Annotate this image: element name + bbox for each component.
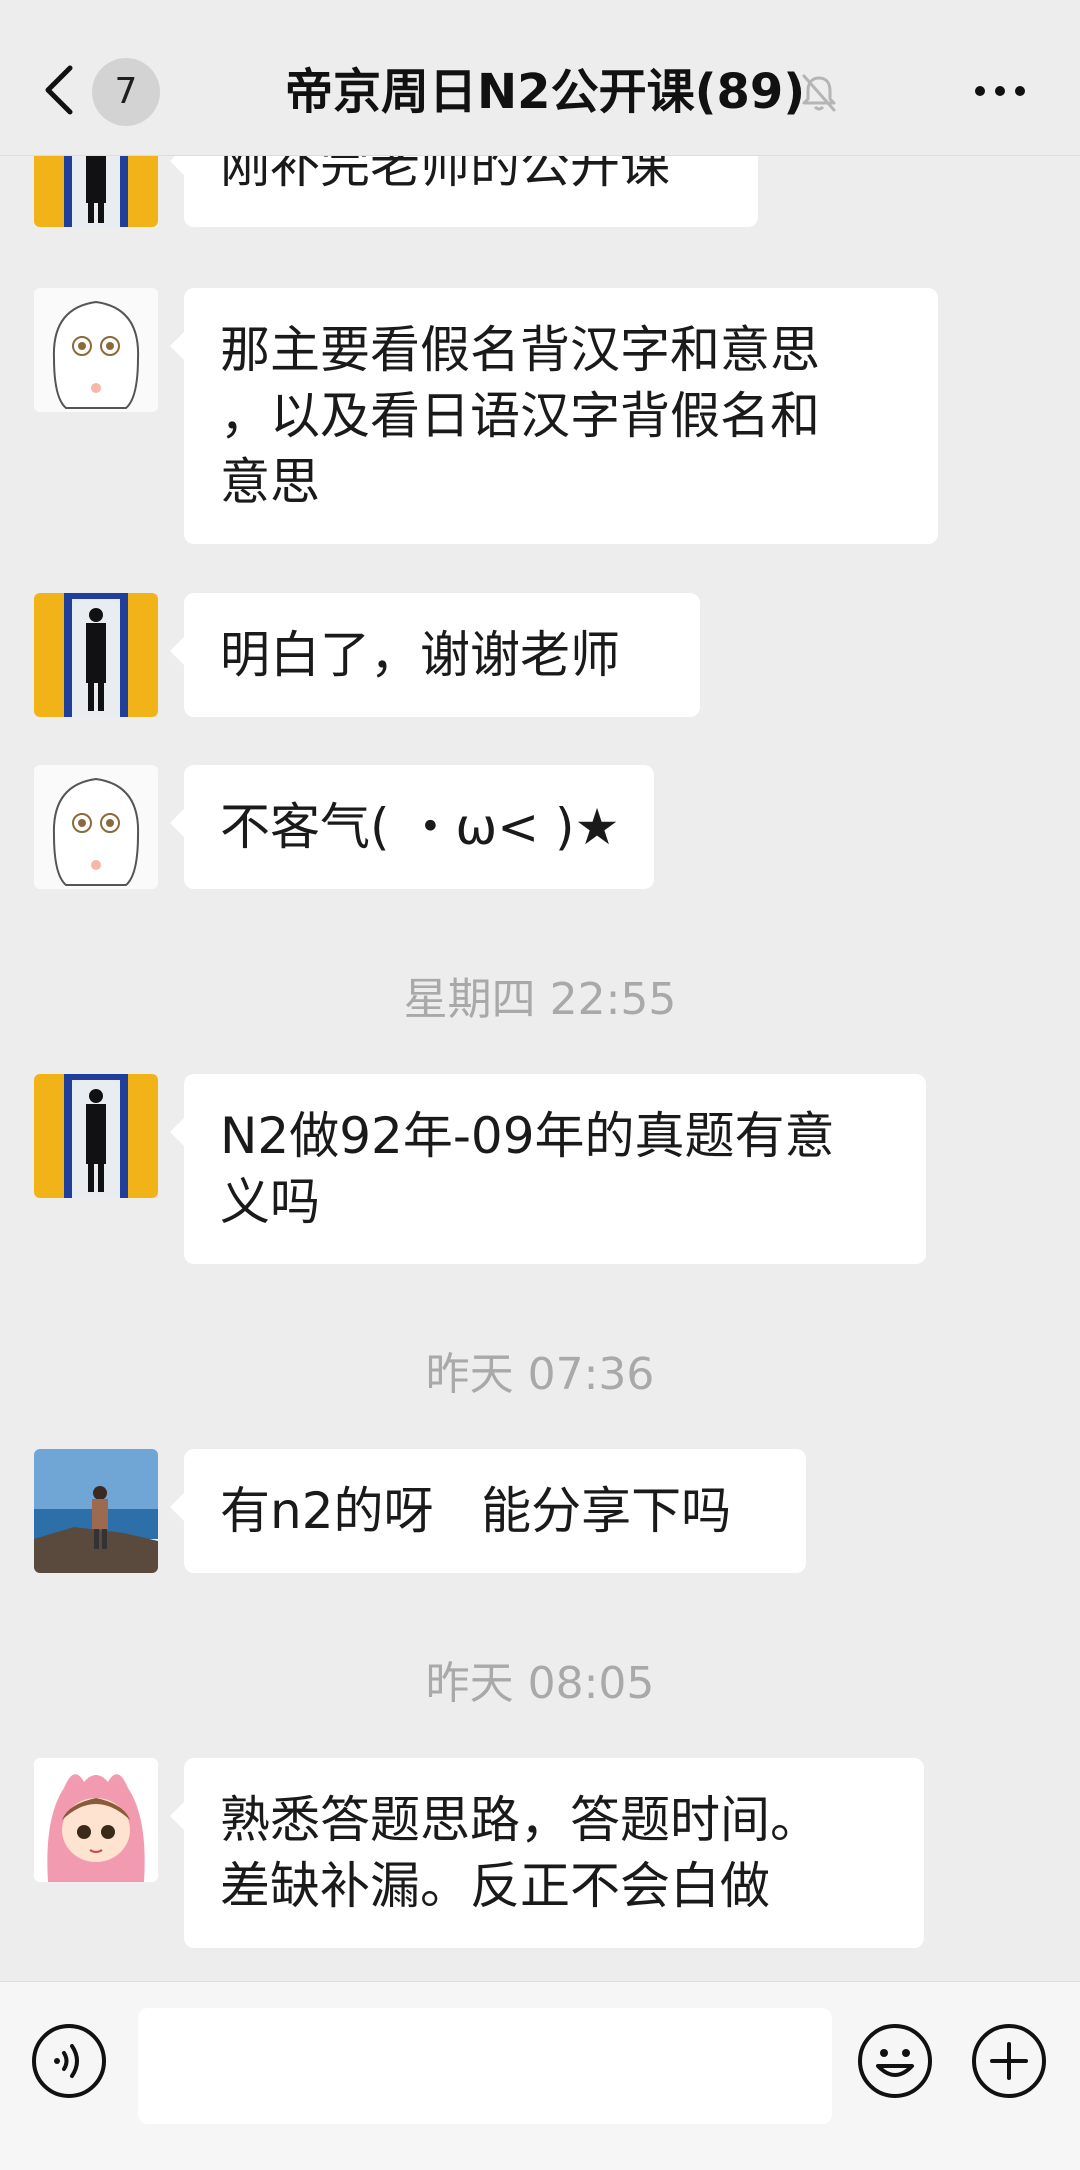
message-text: ，以及看日语汉字背假名和 — [220, 387, 820, 445]
message-text: 不客气( ・ω< )★ — [220, 798, 620, 856]
message-bubble[interactable]: 有n2的呀 能分享下吗 — [170, 1449, 806, 1573]
timestamp: 星期四 22:55 — [403, 974, 677, 1025]
message-text: 差缺补漏。反正不会白做 — [220, 1857, 770, 1915]
message-list[interactable]: 刚补完老师的公开课 那主要看假名背汉字和意思 ，以及看日语汉字背假名和 意思 明… — [0, 155, 1080, 1981]
chat-header: 7 帝京周日N2公开课(89) — [0, 0, 1080, 156]
avatar-yellow-door-icon — [34, 1074, 158, 1198]
avatar[interactable] — [34, 1758, 158, 1882]
avatar[interactable] — [34, 765, 158, 889]
avatar[interactable] — [34, 1074, 158, 1198]
avatar[interactable] — [34, 593, 158, 717]
timestamp: 昨天 08:05 — [425, 1658, 655, 1709]
timestamp: 昨天 07:36 — [425, 1349, 655, 1400]
voice-icon[interactable] — [30, 2022, 108, 2100]
avatar-anime-girl-icon — [34, 288, 158, 412]
message-text: 那主要看假名背汉字和意思 — [220, 321, 820, 379]
avatar[interactable] — [34, 155, 158, 227]
message-text: 有n2的呀 能分享下吗 — [220, 1482, 732, 1540]
page-title: 帝京周日N2公开课(89) — [285, 64, 806, 120]
message-bubble[interactable]: 刚补完老师的公开课 — [170, 155, 758, 227]
chat-screen: 7 帝京周日N2公开课(89) 刚补完老师的公开课 那主要看假名背汉字和意思 ，… — [0, 0, 1080, 2170]
message-bubble[interactable]: N2做92年-09年的真题有意 义吗 — [170, 1074, 926, 1264]
message-bubble[interactable]: 熟悉答题思路，答题时间。 差缺补漏。反正不会白做 — [170, 1758, 924, 1948]
message-input[interactable] — [138, 2008, 832, 2124]
message-text: 意思 — [220, 453, 320, 511]
more-options-button[interactable] — [970, 66, 1030, 116]
avatar-seaside-person-icon — [34, 1449, 158, 1573]
message-bubble[interactable]: 那主要看假名背汉字和意思 ，以及看日语汉字背假名和 意思 — [170, 288, 938, 544]
avatar-anime-girl-icon — [34, 765, 158, 889]
avatar[interactable] — [34, 1449, 158, 1573]
unread-count-badge[interactable]: 7 — [92, 58, 160, 126]
message-text: 熟悉答题思路，答题时间。 — [220, 1791, 820, 1849]
chevron-left-icon — [45, 65, 73, 115]
message-text: 明白了，谢谢老师 — [220, 626, 620, 684]
avatar-yellow-door-icon — [34, 155, 158, 227]
message-text: 义吗 — [220, 1173, 320, 1231]
emoji-icon[interactable] — [856, 2022, 934, 2100]
avatar[interactable] — [34, 288, 158, 412]
plus-circle-icon[interactable] — [970, 2022, 1048, 2100]
avatar-pink-bunny-icon — [34, 1758, 158, 1882]
message-text: N2做92年-09年的真题有意 — [220, 1107, 835, 1165]
bell-mute-icon — [802, 74, 836, 112]
input-bar — [0, 1981, 1080, 2170]
message-bubble[interactable]: 明白了，谢谢老师 — [170, 593, 700, 717]
avatar-yellow-door-icon — [34, 593, 158, 717]
back-button[interactable] — [40, 60, 90, 120]
message-bubble[interactable]: 不客气( ・ω< )★ — [170, 765, 654, 889]
message-text: 刚补完老师的公开课 — [220, 155, 670, 194]
